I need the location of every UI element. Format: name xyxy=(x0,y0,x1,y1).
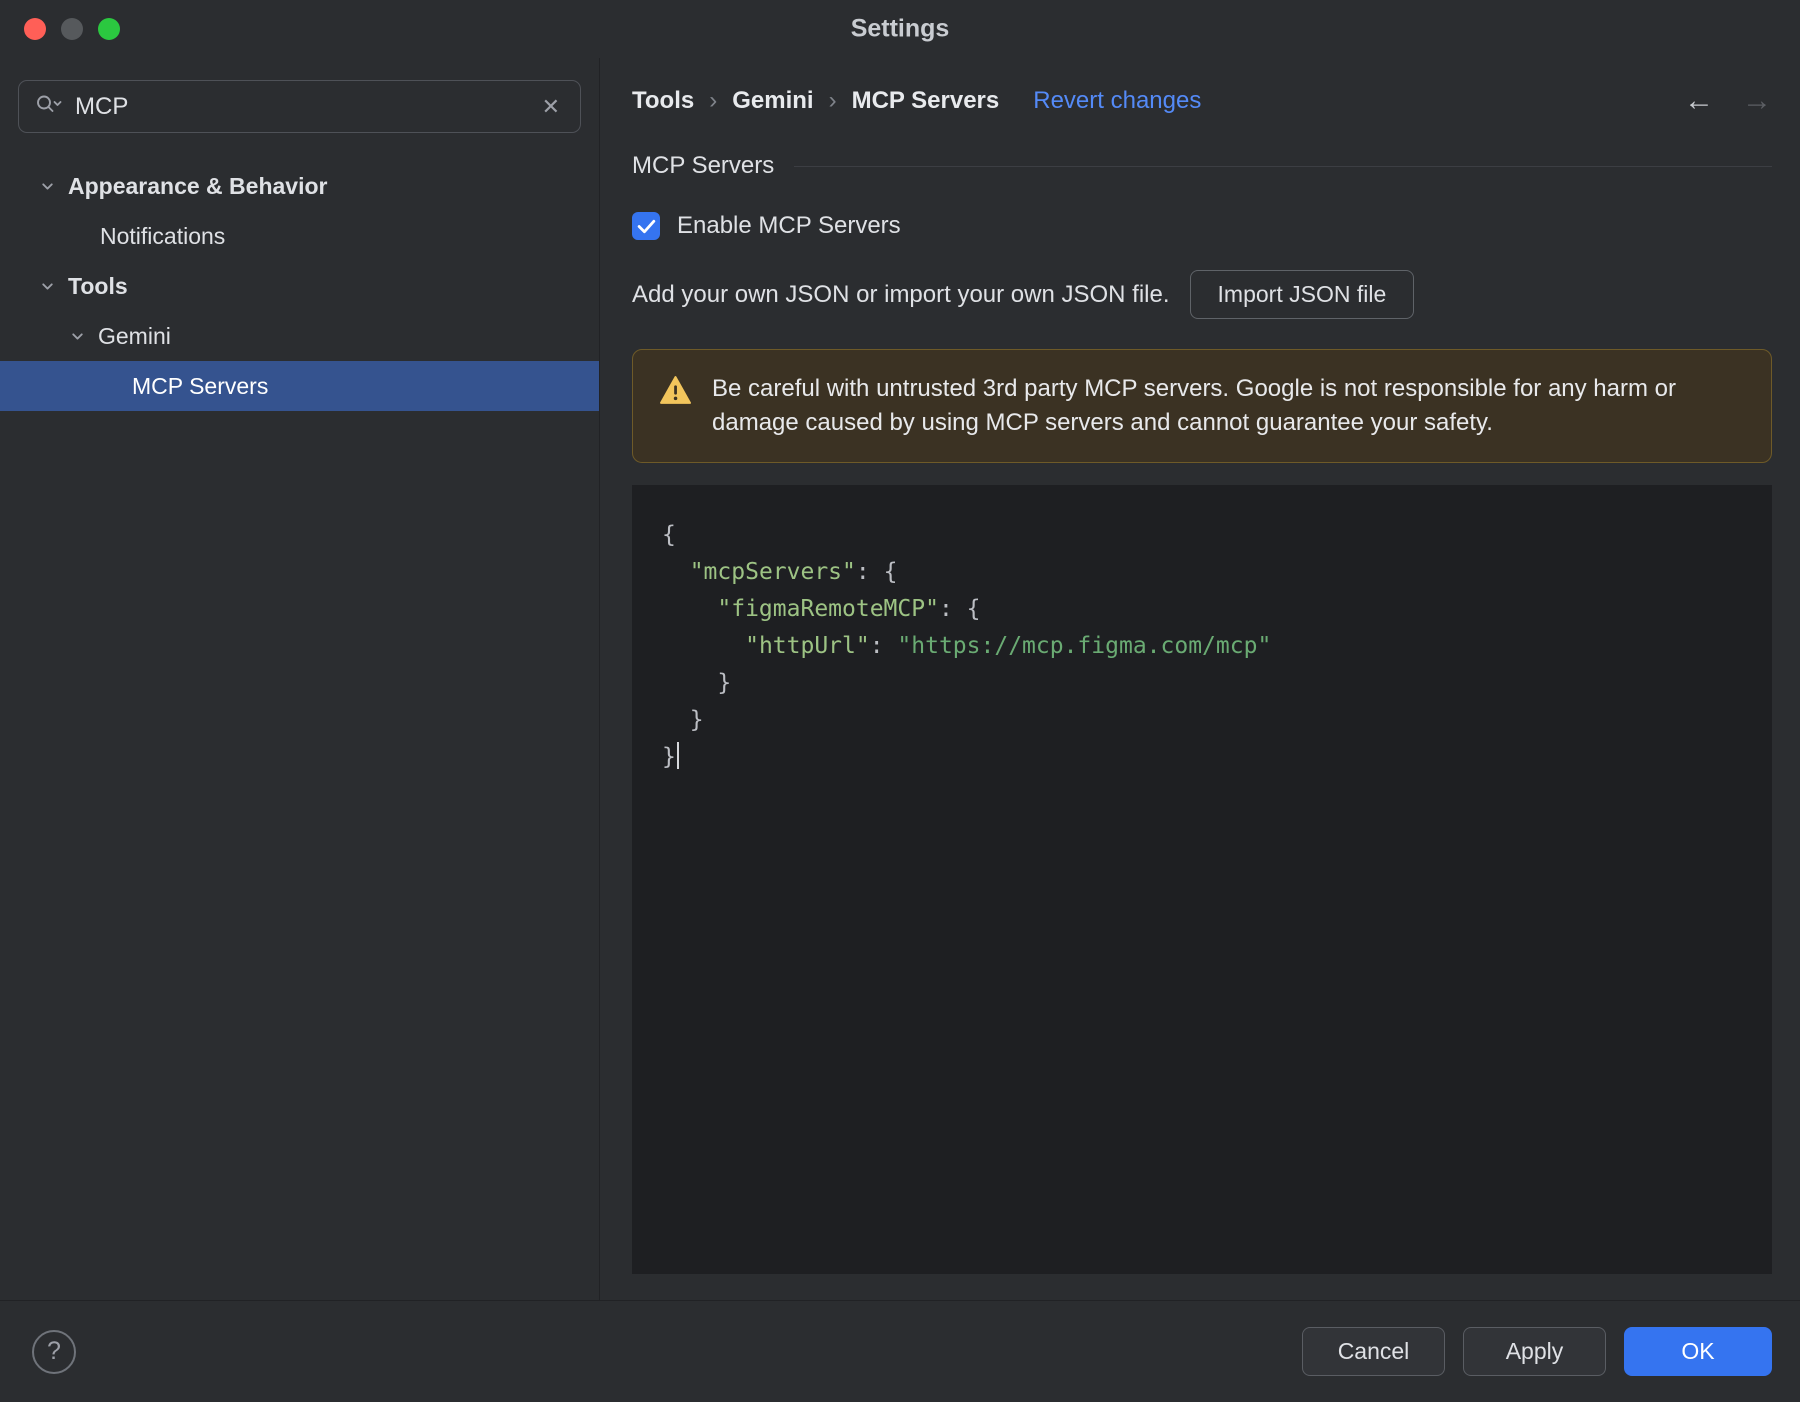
enable-mcp-checkbox[interactable] xyxy=(632,212,660,240)
chevron-down-icon[interactable] xyxy=(38,278,56,295)
sidebar-item-label: Appearance & Behavior xyxy=(68,172,328,199)
warning-banner: Be careful with untrusted 3rd party MCP … xyxy=(632,349,1772,463)
sidebar-item-appearance-behavior[interactable]: Appearance & Behavior xyxy=(0,161,599,211)
sidebar-item-gemini[interactable]: Gemini xyxy=(0,311,599,361)
enable-mcp-label: Enable MCP Servers xyxy=(677,212,901,239)
check-icon xyxy=(637,219,655,233)
editor-line: "figmaRemoteMCP": { xyxy=(717,596,981,622)
page-title: MCP Servers xyxy=(632,152,775,179)
sidebar-item-tools[interactable]: Tools xyxy=(0,261,599,311)
warning-text: Be careful with untrusted 3rd party MCP … xyxy=(712,375,1676,436)
sidebar-item-label: Notifications xyxy=(100,222,226,249)
breadcrumb-item-mcp-servers: MCP Servers xyxy=(851,87,1000,114)
apply-button[interactable]: Apply xyxy=(1463,1327,1606,1376)
revert-changes-link[interactable]: Revert changes xyxy=(1033,87,1201,115)
import-json-file-button[interactable]: Import JSON file xyxy=(1189,270,1415,319)
search-icon xyxy=(35,93,62,121)
chevron-down-icon[interactable] xyxy=(68,328,86,345)
help-icon: ? xyxy=(47,1337,61,1365)
editor-line: } xyxy=(662,670,732,696)
ok-button[interactable]: OK xyxy=(1624,1327,1772,1376)
chevron-down-icon[interactable] xyxy=(38,178,56,195)
settings-tree: Appearance & Behavior Notifications Tool… xyxy=(0,161,599,411)
dialog-footer: ? Cancel Apply OK xyxy=(0,1300,1800,1402)
breadcrumb-separator-icon: › xyxy=(709,87,718,114)
json-editor-code[interactable]: { "mcpServers": { "figmaRemoteMCP": { "h… xyxy=(632,485,1772,1274)
editor-line: { xyxy=(662,522,676,548)
section-header: MCP Servers xyxy=(632,152,1772,180)
add-json-text: Add your own JSON or import your own JSO… xyxy=(632,280,1170,308)
history-nav: ← → xyxy=(1684,84,1772,118)
breadcrumb: Tools › Gemini › MCP Servers Revert chan… xyxy=(632,84,1772,118)
back-arrow-icon[interactable]: ← xyxy=(1684,84,1714,118)
enable-mcp-row: Enable MCP Servers xyxy=(632,212,1772,240)
settings-sidebar: ✕ Appearance & Behavior Notifications To xyxy=(0,58,600,1300)
editor-line: } xyxy=(662,739,1742,776)
footer-buttons: Cancel Apply OK xyxy=(1302,1327,1772,1376)
sidebar-item-label: Gemini xyxy=(98,322,171,349)
help-button[interactable]: ? xyxy=(32,1329,76,1374)
editor-line: "mcpServers": { xyxy=(689,559,898,585)
breadcrumb-item-gemini[interactable]: Gemini xyxy=(732,87,813,115)
clear-search-icon[interactable]: ✕ xyxy=(538,94,564,120)
window-title: Settings xyxy=(850,14,950,43)
cancel-button[interactable]: Cancel xyxy=(1302,1327,1445,1376)
main-split: ✕ Appearance & Behavior Notifications To xyxy=(0,58,1800,1300)
text-caret xyxy=(676,742,679,769)
title-bar: Settings xyxy=(0,0,1800,58)
breadcrumb-separator-icon: › xyxy=(828,87,837,114)
editor-line: "httpUrl": "https://mcp.figma.com/mcp" xyxy=(745,633,1272,659)
breadcrumb-item-tools[interactable]: Tools xyxy=(632,87,694,115)
settings-window: Settings ✕ xyxy=(0,0,1800,1402)
forward-arrow-icon: → xyxy=(1742,84,1772,117)
editor-line: } xyxy=(662,707,704,733)
settings-content: Tools › Gemini › MCP Servers Revert chan… xyxy=(600,58,1800,1300)
import-json-row: Add your own JSON or import your own JSO… xyxy=(632,270,1772,319)
warning-icon xyxy=(659,375,692,411)
sidebar-item-mcp-servers[interactable]: MCP Servers xyxy=(0,361,599,411)
section-divider xyxy=(794,165,1772,167)
sidebar-item-label: MCP Servers xyxy=(132,372,269,399)
sidebar-item-label: Tools xyxy=(68,272,128,299)
settings-search-box[interactable]: ✕ xyxy=(18,80,581,133)
search-input[interactable] xyxy=(75,92,525,121)
sidebar-item-notifications[interactable]: Notifications xyxy=(0,211,599,261)
